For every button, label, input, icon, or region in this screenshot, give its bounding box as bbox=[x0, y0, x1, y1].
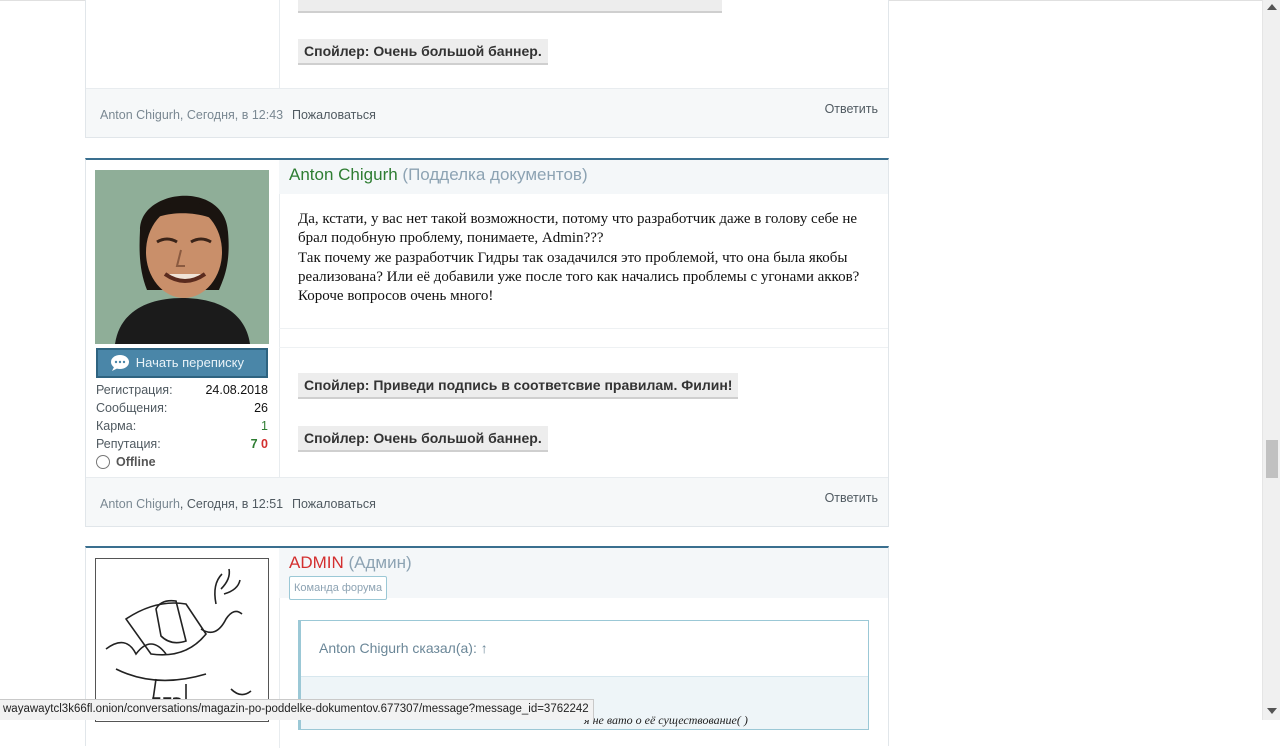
stat-karma: Карма: 1 bbox=[96, 417, 268, 435]
message-line: Короче вопросов очень много! bbox=[298, 288, 494, 305]
report-link[interactable]: Пожаловаться bbox=[292, 108, 376, 122]
post-2: Начать переписку Регистрация: 24.08.2018 … bbox=[85, 158, 889, 527]
reputation-value: 7 0 bbox=[251, 435, 268, 453]
scrollbar-thumb[interactable] bbox=[1266, 440, 1278, 478]
message-line: Так почему же разработчик Гидры так озад… bbox=[298, 249, 848, 266]
scroll-up-arrow-icon[interactable] bbox=[1267, 4, 1277, 10]
message-body: Да, кстати, у вас нет такой возможности,… bbox=[298, 210, 873, 306]
avatar-portrait-image bbox=[95, 170, 269, 344]
username[interactable]: Anton Chigurh bbox=[289, 165, 398, 184]
stat-value: 1 bbox=[261, 419, 268, 433]
post-header: Anton Chigurh (Подделка документов) bbox=[279, 160, 888, 194]
spoiler-button[interactable]: Спойлер: Очень большой баннер. bbox=[298, 426, 548, 452]
reputation-positive: 7 bbox=[250, 437, 258, 451]
stat-label: Репутация: bbox=[96, 437, 161, 451]
vertical-scrollbar[interactable] bbox=[1262, 0, 1280, 720]
offline-circle-icon bbox=[96, 455, 110, 469]
status-bar-url: wayawaytcl3k66fl.onion/conversations/mag… bbox=[0, 699, 594, 720]
post-sidebar: Начать переписку Регистрация: 24.08.2018 … bbox=[86, 160, 280, 478]
spoiler-button[interactable]: Спойлер: Приведи подпись в соответсвие п… bbox=[298, 373, 739, 399]
post-footer: Anton Chigurh, Сегодня, в 12:43 Пожалова… bbox=[86, 88, 888, 137]
quote-header[interactable]: Anton Chigurh сказал(а): ↑ bbox=[301, 621, 868, 677]
author-link[interactable]: Anton Chigurh bbox=[100, 497, 180, 511]
scroll-down-arrow-icon[interactable] bbox=[1267, 708, 1277, 714]
post-date[interactable]: , Сегодня, в 12:43 bbox=[180, 108, 283, 122]
reply-link[interactable]: Ответить bbox=[825, 102, 878, 116]
footer-author[interactable]: Anton Chigurh, Сегодня, в 12:51 bbox=[100, 497, 283, 511]
stat-registration: Регистрация: 24.08.2018 bbox=[96, 381, 268, 399]
quote-text: я не вато о её существование( ) bbox=[584, 713, 748, 727]
reply-link[interactable]: Ответить bbox=[825, 491, 878, 505]
footer-author[interactable]: Anton Chigurh, Сегодня, в 12:43 bbox=[100, 108, 283, 122]
avatar-sketch-image: БЕЗ bbox=[105, 568, 252, 715]
button-label: Начать переписку bbox=[135, 355, 244, 370]
stat-label: Регистрация: bbox=[96, 383, 173, 397]
spoiler-button[interactable]: Спойлер: Очень большой баннер. bbox=[298, 39, 548, 65]
stat-value[interactable]: 26 bbox=[254, 399, 268, 417]
message-line: реализована? Или её добавили уже после т… bbox=[298, 268, 860, 285]
reputation-negative: 0 bbox=[261, 437, 268, 451]
post-date[interactable]: , Сегодня, в 12:51 bbox=[180, 497, 283, 511]
post-main: Anton Chigurh (Подделка документов) Да, … bbox=[279, 160, 888, 478]
user-title: (Админ) bbox=[348, 553, 412, 572]
message-line: Да, кстати, у вас нет такой возможности,… bbox=[298, 211, 857, 227]
spoiler-button-partial[interactable] bbox=[298, 0, 722, 13]
signature-divider bbox=[279, 328, 888, 329]
stat-reputation: Репутация: 7 0 bbox=[96, 435, 268, 453]
stat-label: Сообщения: bbox=[96, 401, 168, 415]
report-link[interactable]: Пожаловаться bbox=[292, 497, 376, 511]
user-stats: Регистрация: 24.08.2018 Сообщения: 26 Карм… bbox=[96, 381, 268, 471]
user-title: (Подделка документов) bbox=[402, 165, 588, 184]
stat-value: 24.08.2018 bbox=[205, 383, 268, 397]
signature-divider bbox=[279, 347, 888, 348]
user-avatar[interactable] bbox=[95, 170, 269, 344]
post-sidebar bbox=[86, 0, 280, 90]
post-footer: Anton Chigurh, Сегодня, в 12:51 Пожалова… bbox=[86, 477, 888, 526]
post-main: Спойлер: Очень большой баннер. bbox=[279, 0, 888, 89]
start-conversation-button[interactable]: Начать переписку bbox=[96, 348, 268, 378]
team-badge: Команда форума bbox=[289, 576, 388, 600]
message-line: брал подобную проблему, понимаете, Admin… bbox=[298, 230, 604, 247]
status-label: Offline bbox=[116, 455, 156, 469]
chat-bubble-icon bbox=[111, 355, 129, 371]
post-1: Спойлер: Очень большой баннер. Anton Chi… bbox=[85, 0, 889, 138]
author-link[interactable]: Anton Chigurh bbox=[100, 108, 180, 122]
stat-messages: Сообщения: 26 bbox=[96, 399, 268, 417]
user-avatar[interactable]: БЕЗ bbox=[95, 558, 269, 722]
stat-label: Карма: bbox=[96, 419, 137, 433]
online-status: Offline bbox=[96, 453, 268, 471]
username[interactable]: ADMIN bbox=[289, 553, 344, 572]
